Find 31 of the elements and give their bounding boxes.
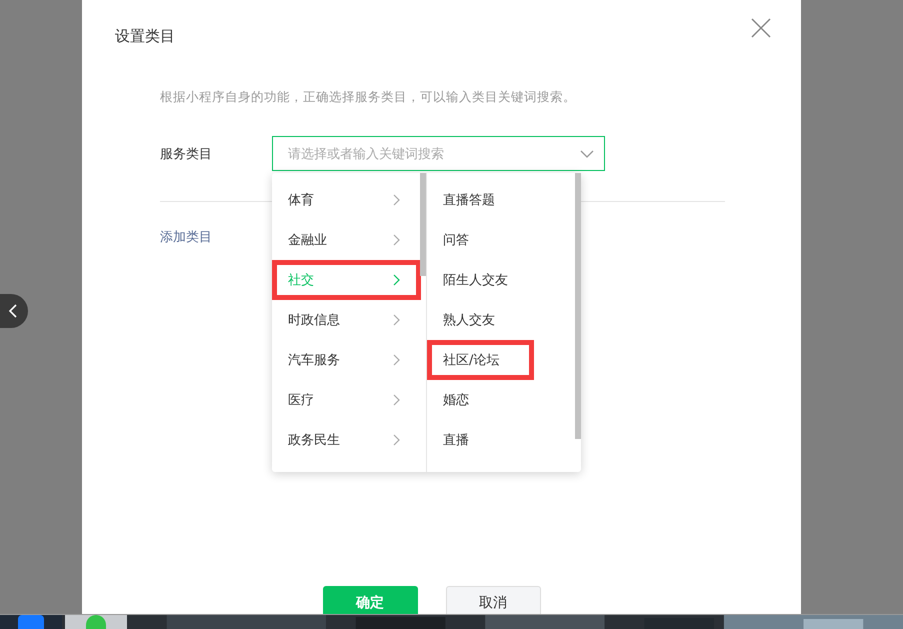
category-item[interactable]: 政务民生 (272, 420, 421, 460)
close-button[interactable] (751, 18, 771, 38)
previous-button[interactable] (0, 294, 28, 328)
subcategory-item[interactable]: 熟人交友 (427, 300, 547, 340)
category-item[interactable]: 时政信息 (272, 300, 421, 340)
category-item[interactable]: 体育 (272, 180, 421, 220)
category-item[interactable]: 汽车服务 (272, 340, 421, 380)
dialog-title: 设置类目 (115, 27, 175, 46)
chevron-left-icon (7, 303, 19, 319)
cancel-button[interactable]: 取消 (446, 586, 540, 614)
subcategory-item[interactable]: 问答 (427, 220, 547, 260)
chevron-right-icon (393, 274, 401, 286)
caret-down-icon (580, 150, 594, 158)
subcategory-item[interactable]: 社区/论坛 (427, 340, 534, 380)
category-item[interactable]: 医疗 (272, 380, 421, 420)
taskbar-app-icon[interactable] (0, 615, 62, 629)
chevron-right-icon (393, 234, 401, 246)
add-category-link[interactable]: 添加类目 (160, 228, 212, 246)
category-item[interactable]: 金融业 (272, 220, 421, 260)
subcategory-item[interactable]: 直播答题 (427, 180, 547, 220)
subcategory-item[interactable]: 婚恋 (427, 380, 547, 420)
field-label: 服务类目 (160, 146, 213, 164)
chevron-right-icon (393, 194, 401, 206)
chevron-right-icon (393, 394, 401, 406)
chevron-right-icon (393, 314, 401, 326)
subcategory-item[interactable]: 直播 (427, 420, 547, 460)
chevron-right-icon (393, 434, 401, 446)
chevron-right-icon (393, 354, 401, 366)
subcategory-item[interactable]: 陌生人交友 (427, 260, 547, 300)
description-text: 根据小程序自身的功能，正确选择服务类目，可以输入类目关键词搜索。 (160, 89, 577, 106)
close-icon (751, 18, 771, 38)
